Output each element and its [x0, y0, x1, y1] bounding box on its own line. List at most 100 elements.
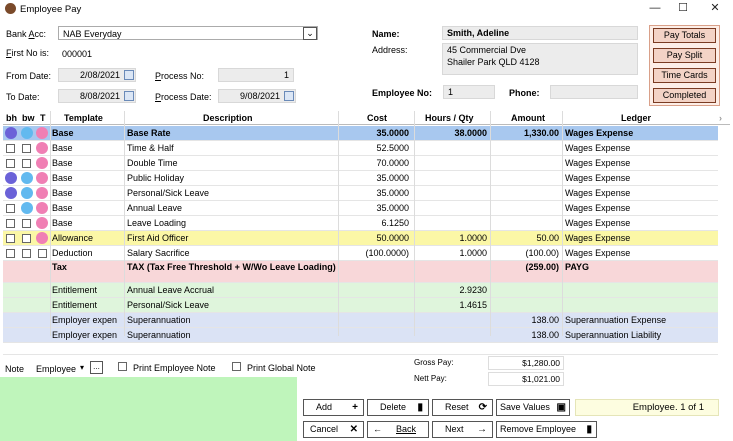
template-cell: Base: [52, 128, 74, 138]
time-cards-button[interactable]: Time Cards: [653, 68, 716, 83]
name-field[interactable]: Smith, Adeline: [442, 26, 638, 40]
col-template: Template: [64, 113, 103, 123]
ledger-cell: Wages Expense: [565, 203, 631, 213]
table-row[interactable]: Employer expen Superannuation 138.00 Supera…: [3, 313, 718, 328]
ledger-cell: Superannuation Expense: [565, 315, 667, 325]
employee-no-label: Employee No:: [372, 88, 433, 98]
calendar-icon[interactable]: [124, 91, 134, 101]
hours-cell: [415, 186, 487, 201]
pay-totals-button[interactable]: Pay Totals: [653, 28, 716, 43]
description-cell: Superannuation: [127, 330, 191, 340]
note-type-select[interactable]: Employee: [36, 364, 76, 374]
cost-cell: 35.0000: [376, 173, 409, 183]
table-row[interactable]: Deduction Salary Sacrifice (100.0000) 1.000…: [3, 246, 718, 261]
bw-indicator-icon[interactable]: [21, 172, 33, 184]
minimize-button[interactable]: —: [641, 0, 669, 16]
gross-pay-value: $1,280.00: [488, 356, 564, 370]
bh-checkbox[interactable]: [6, 144, 15, 153]
maximize-button[interactable]: ☐: [669, 0, 697, 16]
caret-down-icon[interactable]: ▾: [80, 363, 84, 372]
table-row[interactable]: [3, 343, 718, 355]
process-no-field[interactable]: 1: [218, 68, 294, 82]
calendar-icon[interactable]: [284, 91, 294, 101]
table-row[interactable]: Base Personal/Sick Leave 35.0000 Wages Expe…: [3, 186, 718, 201]
hours-cell: [415, 201, 487, 216]
col-t: T: [40, 113, 46, 123]
to-date-label: To Date:: [6, 92, 40, 102]
bank-account-select[interactable]: NAB Everyday ⌄: [58, 26, 318, 40]
bw-checkbox[interactable]: [22, 234, 31, 243]
bw-checkbox[interactable]: [22, 219, 31, 228]
bh-checkbox[interactable]: [6, 159, 15, 168]
table-row[interactable]: Base Leave Loading 6.1250 Wages Expense: [3, 216, 718, 231]
description-cell: TAX (Tax Free Threshold + W/Wo Leave Loa…: [127, 262, 336, 272]
close-button[interactable]: ✕: [701, 0, 729, 16]
type-indicator-icon: [36, 187, 48, 199]
chevron-down-icon[interactable]: ⌄: [303, 27, 317, 40]
type-indicator-icon: [36, 127, 48, 139]
arrow-left-icon: ←: [373, 424, 382, 434]
ledger-cell: Wages Expense: [565, 173, 631, 183]
hours-cell: [415, 216, 487, 231]
col-bw: bw: [22, 113, 35, 123]
table-row[interactable]: Base Base Rate 35.0000 38.0000 1,330.00 Wages…: [3, 126, 718, 141]
table-row[interactable]: Base Annual Leave 35.0000 Wages Expense: [3, 201, 718, 216]
cost-cell: [339, 261, 409, 283]
bw-checkbox[interactable]: [22, 159, 31, 168]
remove-employee-button[interactable]: Remove Employee ▮: [496, 421, 597, 438]
grid-header: bh bw T Template Description Cost Hours …: [3, 111, 730, 125]
amount-cell: (259.00): [525, 262, 559, 272]
bw-checkbox[interactable]: [22, 144, 31, 153]
bh-checkbox[interactable]: [6, 204, 15, 213]
table-row[interactable]: Employer expen Superannuation 138.00 Supera…: [3, 328, 718, 343]
completed-button[interactable]: Completed: [653, 88, 716, 103]
note-browse-button[interactable]: ...: [90, 361, 103, 374]
cancel-button[interactable]: Cancel ✕: [303, 421, 364, 438]
print-global-note-checkbox[interactable]: [232, 362, 241, 371]
address-field[interactable]: 45 Commercial Dve Shailer Park QLD 4128: [442, 43, 638, 75]
back-button[interactable]: ← Back: [367, 421, 429, 438]
table-row[interactable]: Base Time & Half 52.5000 Wages Expense: [3, 141, 718, 156]
calendar-icon[interactable]: [124, 70, 134, 80]
bh-checkbox[interactable]: [6, 249, 15, 258]
bw-indicator-icon[interactable]: [21, 127, 33, 139]
bw-indicator-icon[interactable]: [21, 202, 33, 214]
amount-cell: [491, 156, 559, 171]
type-indicator-icon: [36, 142, 48, 154]
bh-indicator-icon[interactable]: [5, 187, 17, 199]
phone-field[interactable]: [550, 85, 638, 99]
print-employee-note-checkbox[interactable]: [118, 362, 127, 371]
chevron-right-icon[interactable]: ›: [719, 111, 722, 126]
bw-indicator-icon[interactable]: [21, 187, 33, 199]
save-values-button[interactable]: Save Values ▣: [496, 399, 570, 416]
reset-button[interactable]: Reset ⟳: [432, 399, 493, 416]
description-cell: Annual Leave: [127, 203, 183, 213]
type-indicator-icon: [36, 232, 48, 244]
add-button[interactable]: Add +: [303, 399, 364, 416]
bank-account-value: NAB Everyday: [63, 29, 122, 39]
table-row[interactable]: Base Double Time 70.0000 Wages Expense: [3, 156, 718, 171]
employee-no-field[interactable]: 1: [443, 85, 495, 99]
note-text-area[interactable]: [0, 377, 297, 441]
delete-button[interactable]: Delete ▮: [367, 399, 429, 416]
bh-indicator-icon[interactable]: [5, 127, 17, 139]
table-row[interactable]: Allowance First Aid Officer 50.0000 1.0000 5…: [3, 231, 718, 246]
col-amount: Amount: [511, 113, 545, 123]
table-row[interactable]: Base Public Holiday 35.0000 Wages Expense: [3, 171, 718, 186]
bh-checkbox[interactable]: [6, 234, 15, 243]
bh-checkbox[interactable]: [6, 219, 15, 228]
table-row[interactable]: Entitlement Annual Leave Accrual 2.9230: [3, 283, 718, 298]
next-button[interactable]: Next →: [432, 421, 493, 438]
refresh-icon: ⟳: [478, 402, 487, 413]
x-icon: ✕: [349, 424, 358, 435]
type-checkbox[interactable]: [38, 249, 47, 258]
cost-cell: (100.0000): [365, 248, 409, 258]
bh-indicator-icon[interactable]: [5, 172, 17, 184]
pay-split-button[interactable]: Pay Split: [653, 48, 716, 63]
print-employee-note-label: Print Employee Note: [133, 363, 216, 373]
employee-counter: Employee. 1 of 1: [575, 399, 719, 416]
bw-checkbox[interactable]: [22, 249, 31, 258]
table-row[interactable]: Entitlement Personal/Sick Leave 1.4615: [3, 298, 718, 313]
table-row[interactable]: Tax TAX (Tax Free Threshold + W/Wo Leave …: [3, 261, 718, 283]
cost-cell: 52.5000: [376, 143, 409, 153]
